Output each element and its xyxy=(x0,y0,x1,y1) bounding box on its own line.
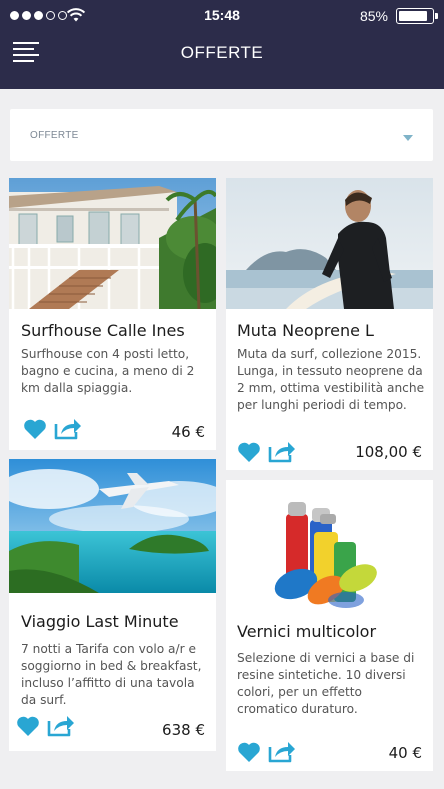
chevron-down-icon xyxy=(403,135,413,141)
surfhouse-image xyxy=(9,178,216,309)
card-title[interactable]: Surfhouse Calle Ines xyxy=(21,321,185,340)
card-description: Selezione di vernici a base di resine si… xyxy=(237,651,415,716)
card-price: 40 € xyxy=(388,744,422,762)
share-icon[interactable] xyxy=(47,713,75,737)
app-header: 15:48 85% OFFERTE xyxy=(0,0,444,89)
share-icon[interactable] xyxy=(268,439,296,463)
card-description: 7 notti a Tarifa con volo a/r e soggiorn… xyxy=(21,642,202,707)
card-description: Muta da surf, collezione 2015. Lunga, in… xyxy=(237,347,425,412)
card-title[interactable]: Vernici multicolor xyxy=(237,622,376,641)
offer-card-muta[interactable]: Muta Neoprene L Muta da surf, collezione… xyxy=(226,178,433,470)
heart-icon[interactable] xyxy=(16,715,40,737)
heart-icon[interactable] xyxy=(237,441,261,463)
share-icon[interactable] xyxy=(268,739,296,763)
travel-image xyxy=(9,459,216,593)
card-price: 108,00 € xyxy=(355,443,422,461)
card-price: 46 € xyxy=(171,423,205,441)
wetsuit-image xyxy=(226,178,433,309)
offer-card-viaggio[interactable]: Viaggio Last Minute 7 notti a Tarifa con… xyxy=(9,459,216,751)
battery-icon xyxy=(396,8,438,24)
dropdown-selected-value: OFFERTE xyxy=(30,130,79,141)
offer-card-surfhouse[interactable]: Surfhouse Calle Ines Surfhouse con 4 pos… xyxy=(9,178,216,450)
card-price: 638 € xyxy=(162,721,205,739)
battery-percentage: 85% xyxy=(359,8,388,24)
card-title[interactable]: Muta Neoprene L xyxy=(237,321,374,340)
page-title: OFFERTE xyxy=(180,43,264,62)
spray-cans-image xyxy=(226,480,433,611)
card-title[interactable]: Viaggio Last Minute xyxy=(21,612,179,631)
status-bar: 15:48 85% xyxy=(0,0,444,32)
share-icon[interactable] xyxy=(54,416,82,440)
heart-icon[interactable] xyxy=(237,741,261,763)
category-filter-dropdown[interactable]: OFFERTE xyxy=(10,109,433,161)
offer-card-vernici[interactable]: Vernici multicolor Selezione di vernici … xyxy=(226,480,433,771)
card-description: Surfhouse con 4 posti letto, bagno e cuc… xyxy=(21,347,195,395)
heart-icon[interactable] xyxy=(23,418,47,440)
